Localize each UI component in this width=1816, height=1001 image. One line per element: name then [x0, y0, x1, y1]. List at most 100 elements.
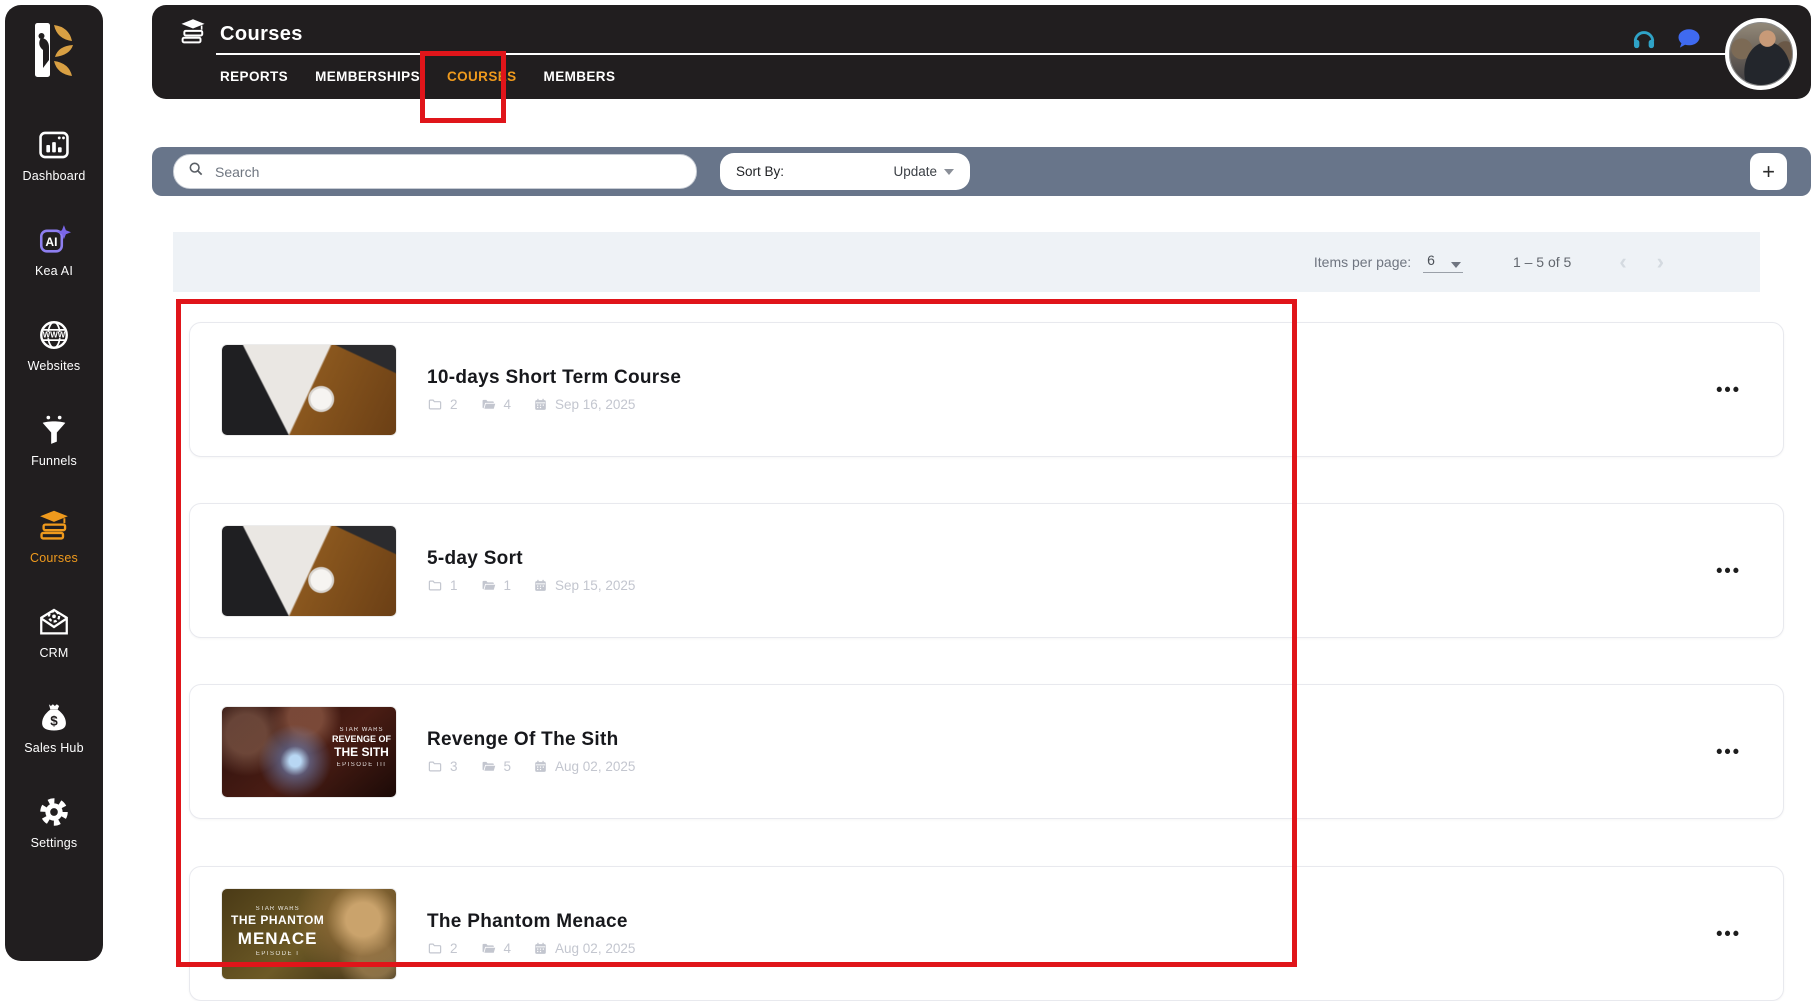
courses-header-icon — [178, 17, 208, 52]
ai-sparkle-icon: AI — [36, 223, 72, 257]
svg-text:$: $ — [50, 714, 58, 729]
folder-count: 2 — [450, 397, 458, 412]
course-title: The Phantom Menace — [427, 911, 657, 933]
sidebar-item-kea-ai[interactable]: AI Kea AI — [5, 223, 103, 278]
sidebar-item-label: Dashboard — [23, 169, 86, 183]
sidebar-item-label: Courses — [30, 551, 78, 565]
poster-line2: THE SITH — [332, 745, 391, 760]
course-meta: 2 4 Sep 16, 2025 — [427, 397, 681, 412]
more-options-button[interactable]: ••• — [1716, 923, 1741, 944]
gear-icon — [36, 795, 72, 829]
kea-logo[interactable] — [27, 21, 81, 84]
plus-icon: + — [1762, 161, 1775, 183]
sort-by-dropdown[interactable]: Sort By: Update — [720, 153, 970, 190]
sidebar-item-settings[interactable]: Settings — [5, 795, 103, 850]
folder-open-icon — [480, 397, 497, 412]
poster-line2: MENACE — [231, 928, 324, 949]
poster-brand: STAR WARS — [332, 727, 391, 735]
chevron-down-icon — [944, 169, 954, 175]
courses-books-icon — [35, 508, 73, 544]
calendar-icon — [533, 578, 548, 593]
search-box — [173, 154, 697, 189]
toolbar: Sort By: Update + — [152, 147, 1811, 196]
course-date: Aug 02, 2025 — [555, 759, 635, 774]
sidebar-items: Dashboard AI Kea AI WWW — [5, 128, 103, 850]
poster-brand: STAR WARS — [231, 906, 324, 914]
course-thumbnail — [221, 525, 397, 617]
sidebar-item-dashboard[interactable]: Dashboard — [5, 128, 103, 183]
course-meta: 3 5 Aug 02, 2025 — [427, 759, 657, 774]
sidebar-item-label: Sales Hub — [24, 741, 83, 755]
course-title: Revenge Of The Sith — [427, 729, 657, 751]
items-per-page-label: Items per page: — [1314, 254, 1411, 270]
poster-episode: EPISODE III — [332, 762, 391, 770]
sort-value: Update — [893, 164, 937, 179]
pagination-prev-button[interactable]: ‹ — [1619, 251, 1626, 273]
tab-memberships[interactable]: MEMBERSHIPS — [315, 66, 420, 87]
items-per-page-value: 6 — [1427, 252, 1435, 268]
dashboard-icon — [36, 128, 72, 162]
search-input[interactable] — [213, 163, 682, 181]
more-options-button[interactable]: ••• — [1716, 741, 1741, 762]
course-thumbnail: STAR WARS THE PHANTOM MENACE EPISODE I — [221, 888, 397, 980]
course-meta: 1 1 Sep 15, 2025 — [427, 578, 657, 593]
course-date: Sep 16, 2025 — [555, 397, 635, 412]
sort-by-label: Sort By: — [736, 164, 784, 179]
course-date: Aug 02, 2025 — [555, 941, 635, 956]
tab-courses[interactable]: COURSES — [447, 66, 517, 87]
sidebar-item-websites[interactable]: WWW Websites — [5, 318, 103, 373]
course-card[interactable]: STAR WARS THE PHANTOM MENACE EPISODE I T… — [189, 866, 1784, 1001]
folder-open-icon — [480, 941, 497, 956]
course-title: 10-days Short Term Course — [427, 367, 681, 389]
header-nav: REPORTS MEMBERSHIPS COURSES MEMBERS — [220, 66, 615, 87]
poster-line1: THE PHANTOM — [231, 913, 324, 928]
sidebar-item-courses[interactable]: Courses — [5, 508, 103, 565]
sidebar-item-crm[interactable]: CRM — [5, 605, 103, 660]
sidebar-item-label: Funnels — [31, 454, 77, 468]
folder-count: 1 — [450, 578, 458, 593]
folder-open-icon — [480, 759, 497, 774]
folder-icon — [427, 397, 443, 412]
svg-text:WWW: WWW — [43, 330, 66, 339]
course-thumbnail: STAR WARS REVENGE OF THE SITH EPISODE II… — [221, 706, 397, 798]
sidebar-item-label: Kea AI — [35, 264, 73, 278]
more-options-button[interactable]: ••• — [1716, 560, 1741, 581]
more-options-button[interactable]: ••• — [1716, 379, 1741, 400]
add-course-button[interactable]: + — [1750, 153, 1787, 190]
page-title: Courses — [220, 23, 303, 46]
sidebar-item-label: CRM — [39, 646, 68, 660]
open-folder-count: 4 — [504, 397, 512, 412]
search-icon — [188, 161, 204, 182]
globe-www-icon: WWW — [36, 318, 72, 352]
pagination-range: 1 – 5 of 5 — [1513, 254, 1571, 270]
course-thumbnail — [221, 344, 397, 436]
pagination-next-button[interactable]: › — [1657, 251, 1664, 273]
funnel-icon — [36, 413, 72, 447]
course-title: 5-day Sort — [427, 548, 657, 570]
sidebar-item-label: Settings — [31, 836, 78, 850]
user-avatar[interactable] — [1725, 18, 1797, 90]
sidebar-item-label: Websites — [28, 359, 81, 373]
course-card[interactable]: STAR WARS REVENGE OF THE SITH EPISODE II… — [189, 684, 1784, 819]
items-per-page-select[interactable]: 6 — [1423, 252, 1463, 273]
sidebar-item-funnels[interactable]: Funnels — [5, 413, 103, 468]
open-folder-count: 1 — [504, 578, 512, 593]
folder-count: 2 — [450, 941, 458, 956]
course-card[interactable]: 5-day Sort 1 1 — [189, 503, 1784, 638]
chat-bubble-icon[interactable] — [1675, 25, 1703, 58]
tab-reports[interactable]: REPORTS — [220, 66, 288, 87]
open-folder-count: 4 — [504, 941, 512, 956]
money-bag-icon: $ — [36, 700, 72, 734]
course-card[interactable]: 10-days Short Term Course 2 4 — [189, 322, 1784, 457]
sidebar-item-sales-hub[interactable]: $ Sales Hub — [5, 700, 103, 755]
open-folder-count: 5 — [504, 759, 512, 774]
folder-icon — [427, 941, 443, 956]
headset-icon[interactable] — [1630, 25, 1658, 58]
calendar-icon — [533, 397, 548, 412]
tab-members[interactable]: MEMBERS — [544, 66, 616, 87]
calendar-icon — [533, 759, 548, 774]
svg-text:AI: AI — [45, 235, 57, 249]
header: Courses REPORTS MEMBERSHIPS COURSES MEMB… — [152, 5, 1811, 99]
folder-icon — [427, 578, 443, 593]
sidebar: Dashboard AI Kea AI WWW — [5, 5, 103, 961]
